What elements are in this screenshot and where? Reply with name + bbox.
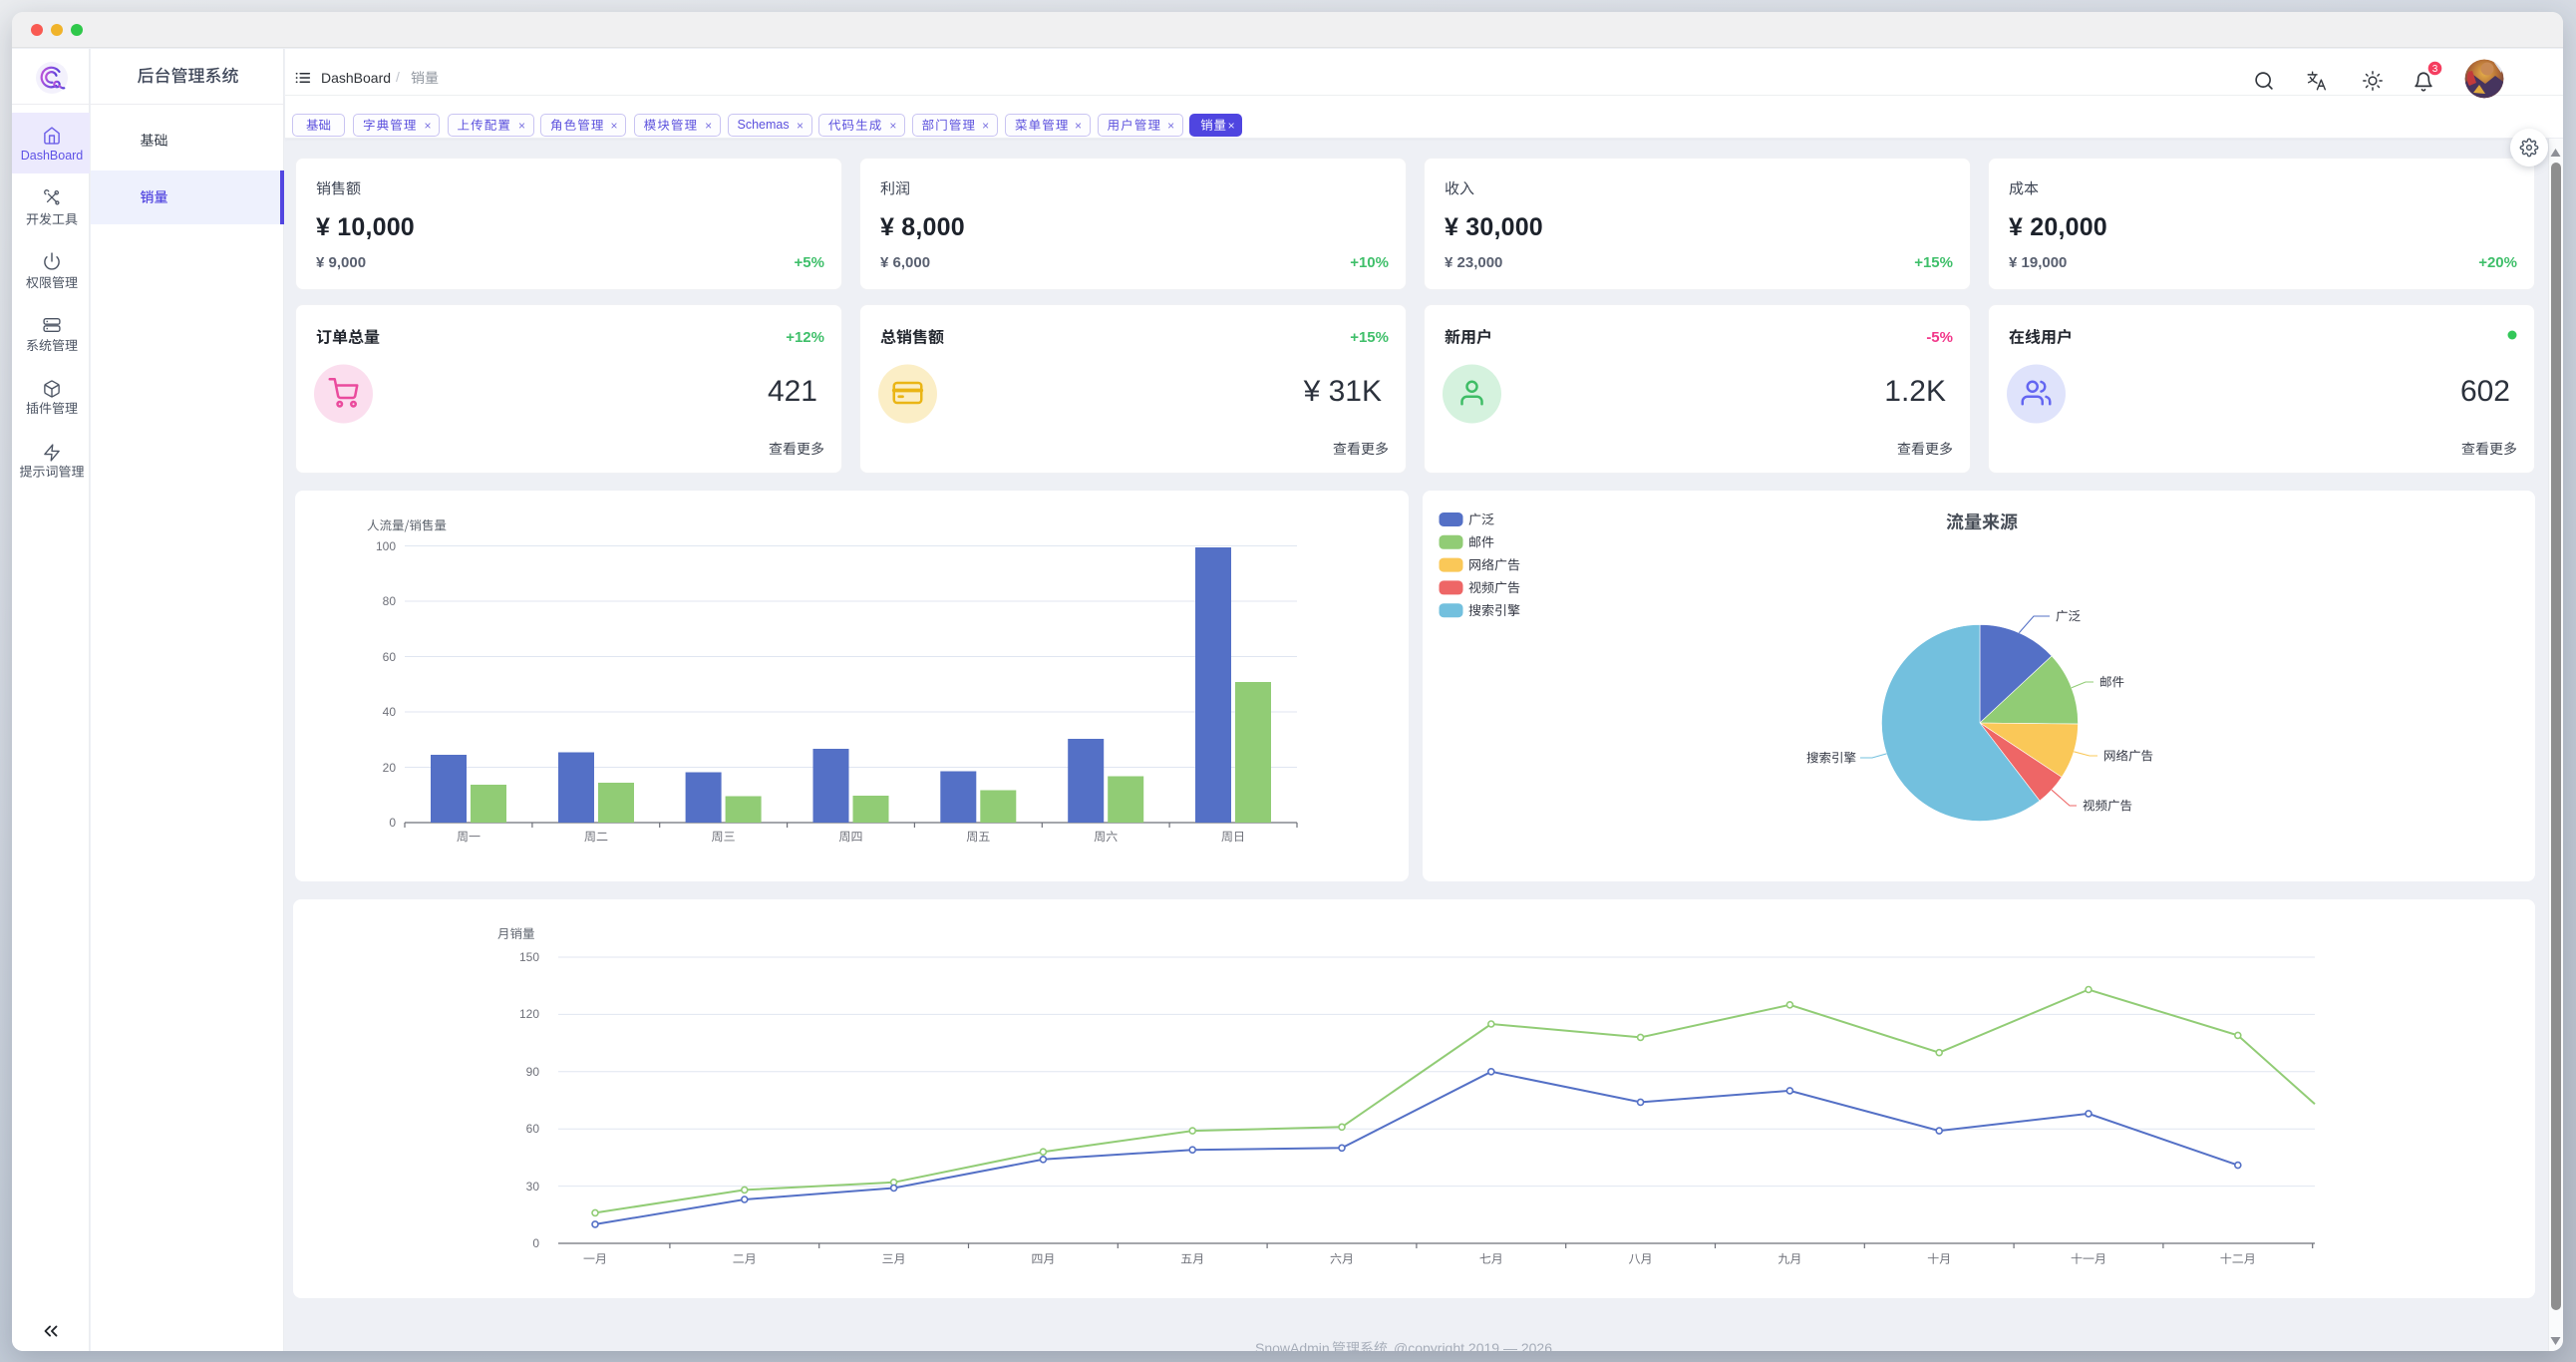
svg-text:3: 3 [2432,64,2438,75]
